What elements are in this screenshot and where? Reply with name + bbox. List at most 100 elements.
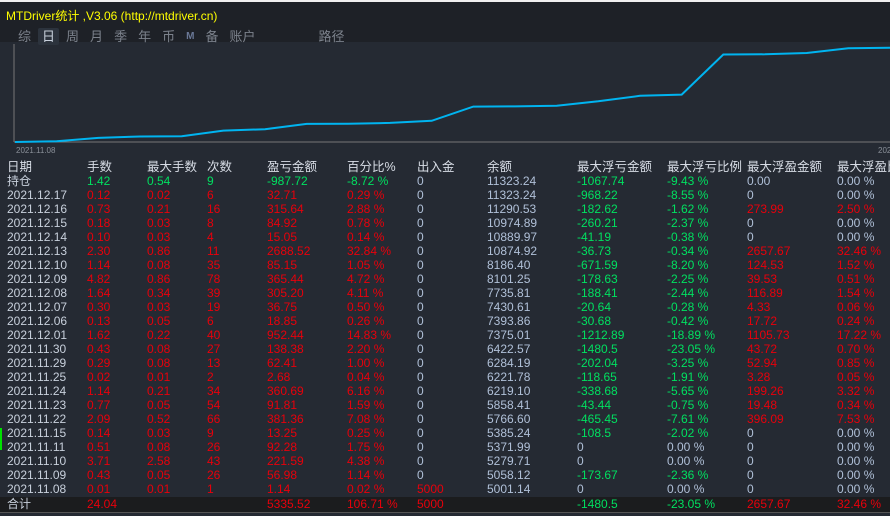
cell: 0.29 %	[347, 188, 385, 202]
cell: -18.89 %	[667, 328, 716, 342]
cell: 2021.11.30	[7, 342, 67, 356]
cell: 2021.11.29	[7, 356, 67, 370]
cell: 1.14 %	[347, 468, 385, 482]
cell: 5279.71	[487, 454, 531, 468]
cell: 5001.14	[487, 482, 531, 496]
cell: 8101.25	[487, 272, 531, 286]
cell: 0.77	[87, 398, 111, 412]
cell: 7.53 %	[837, 412, 875, 426]
cell: 0.21	[147, 202, 171, 216]
column-header: 最大手数	[147, 160, 198, 174]
cell: 4.72 %	[347, 272, 385, 286]
cell: 106.71 %	[347, 497, 398, 511]
cell: 34	[207, 384, 221, 398]
column-header: 盈亏金额	[267, 160, 318, 174]
cell: 2021.11.09	[7, 468, 67, 482]
cell: 11323.24	[487, 188, 537, 202]
cell: 36.75	[267, 300, 298, 314]
table-row[interactable]: 2021.12.10 1.14 0.08 35 85.15 1.05 % 0 8186.40 -…	[0, 258, 890, 272]
cell: 40	[207, 328, 221, 342]
cell: 0	[417, 440, 424, 454]
cell: 0	[417, 398, 424, 412]
table-row[interactable]: 2021.12.01 1.62 0.22 40 952.44 14.83 % 0 7375.0…	[0, 328, 890, 342]
table-row[interactable]: 2021.11.25 0.02 0.01 2 2.68 0.04 % 0 6221.78 -11…	[0, 370, 890, 384]
table-row[interactable]: 2021.11.11 0.51 0.08 26 92.28 1.75 % 0 5371.99 0…	[0, 440, 890, 454]
cell: 6284.19	[487, 356, 531, 370]
cell: 56.98	[267, 468, 298, 482]
cell: -0.75 %	[667, 398, 709, 412]
cell: 2021.11.11	[7, 440, 66, 454]
cell: -23.05 %	[667, 342, 716, 356]
cell: 17.22 %	[837, 328, 882, 342]
cell: 10889.97	[487, 230, 538, 244]
cell: 0.05	[147, 468, 171, 482]
table-row[interactable]: 2021.12.06 0.13 0.05 6 18.85 0.26 % 0 7393.86 -3…	[0, 314, 890, 328]
cell: 16	[207, 202, 221, 216]
cell: -3.25 %	[667, 356, 709, 370]
cell: 13	[207, 356, 221, 370]
cell: 5000	[417, 482, 444, 496]
cell: -7.61 %	[667, 412, 709, 426]
table-row[interactable]: 2021.11.15 0.14 0.03 9 13.25 0.25 % 0 5385.24 -1…	[0, 426, 890, 440]
cell: 2021.11.22	[7, 412, 67, 426]
cell: -36.73	[577, 244, 612, 258]
table-row[interactable]: 2021.12.16 0.73 0.21 16 315.64 2.88 % 0 11290.5…	[0, 202, 890, 216]
table-row[interactable]: 2021.11.29 0.29 0.08 13 62.41 1.00 % 0 6284.19 -…	[0, 356, 890, 370]
table-row[interactable]: 2021.11.09 0.43 0.05 26 56.98 1.14 % 0 5058.12 -…	[0, 468, 890, 482]
cell: 2021.11.10	[7, 454, 67, 468]
cell: 9	[207, 426, 214, 440]
cell: 0.00 %	[837, 216, 875, 230]
cell: 2021.12.13	[7, 244, 68, 258]
table-row[interactable]: 2021.12.17 0.12 0.02 6 32.71 0.29 % 0 11323.24 -…	[0, 188, 890, 202]
cell: 1105.73	[747, 328, 790, 342]
table-row[interactable]: 2021.12.13 2.30 0.86 11 2688.52 32.84 % 0 10874…	[0, 244, 890, 258]
cell: 26	[207, 468, 221, 482]
cell: 0	[577, 454, 584, 468]
cell: 1.59 %	[347, 398, 385, 412]
cell: -118.65	[577, 370, 617, 384]
cell: 0.86	[147, 272, 171, 286]
table-row[interactable]: 2021.12.08 1.64 0.34 39 305.20 4.11 % 0 7735.81…	[0, 286, 890, 300]
cell: -20.64	[577, 300, 612, 314]
total-row: 合计 24.04 5335.52 106.71 % 5000 -1480.5 -23.05 …	[0, 497, 890, 511]
table-row[interactable]: 2021.11.10 3.71 2.58 43 221.59 4.38 % 0 5279.71…	[0, 454, 890, 468]
cell: -0.28 %	[667, 300, 709, 314]
table-row[interactable]: 2021.12.14 0.10 0.03 4 15.05 0.14 % 0 10889.97 -…	[0, 230, 890, 244]
table-row[interactable]: 2021.11.30 0.43 0.08 27 138.38 2.20 % 0 6422.57…	[0, 342, 890, 356]
cell: 2021.11.25	[7, 370, 67, 384]
cell: 0	[417, 188, 424, 202]
cell: 0.21	[147, 384, 171, 398]
cell: 66	[207, 412, 221, 426]
cell: 0.01	[147, 370, 171, 384]
cell: 396.09	[747, 412, 784, 426]
cell: 0.01	[87, 482, 111, 496]
table-row[interactable]: 2021.11.23 0.77 0.05 54 91.81 1.59 % 0 5858.41 -…	[0, 398, 890, 412]
cell: 0.12	[87, 188, 111, 202]
cell: 2021.11.15	[7, 426, 67, 440]
cell: -0.42 %	[667, 314, 709, 328]
table-row[interactable]: 2021.12.15 0.18 0.03 8 84.92 0.78 % 0 10974.89 -…	[0, 216, 890, 230]
table-row[interactable]: 2021.11.22 2.09 0.52 66 381.36 7.08 % 0 5766.60…	[0, 412, 890, 426]
cell: 32.71	[267, 188, 298, 202]
table-row[interactable]: 2021.12.09 4.82 0.86 78 365.44 4.72 % 0 8101.25…	[0, 272, 890, 286]
cell: 1.14	[87, 384, 111, 398]
cell: 合计	[7, 497, 32, 511]
cell: 0	[577, 440, 584, 454]
column-header: 最大浮盈金额	[747, 160, 823, 174]
cell: 35	[207, 258, 221, 272]
cell: -178.63	[577, 272, 618, 286]
cell: 0.00 %	[837, 426, 875, 440]
cell: 0	[417, 216, 424, 230]
table-row[interactable]: 2021.11.08 0.01 0.01 1 1.14 0.02 % 5000 5001.14…	[0, 482, 890, 496]
column-header: 次数	[207, 160, 233, 174]
table-row[interactable]: 2021.12.07 0.30 0.03 19 36.75 0.50 % 0 7430.61 -…	[0, 300, 890, 314]
cell: 0	[417, 412, 424, 426]
cell: 4.82	[87, 272, 111, 286]
table-row[interactable]: 2021.11.24 1.14 0.21 34 360.69 6.16 % 0 6219.10…	[0, 384, 890, 398]
cell: 8186.40	[487, 258, 531, 272]
cell: 0	[417, 314, 424, 328]
cell: 7393.86	[487, 314, 531, 328]
cell: 0.00 %	[837, 188, 875, 202]
cell: 2	[207, 370, 214, 384]
cell: 2688.52	[267, 244, 311, 258]
